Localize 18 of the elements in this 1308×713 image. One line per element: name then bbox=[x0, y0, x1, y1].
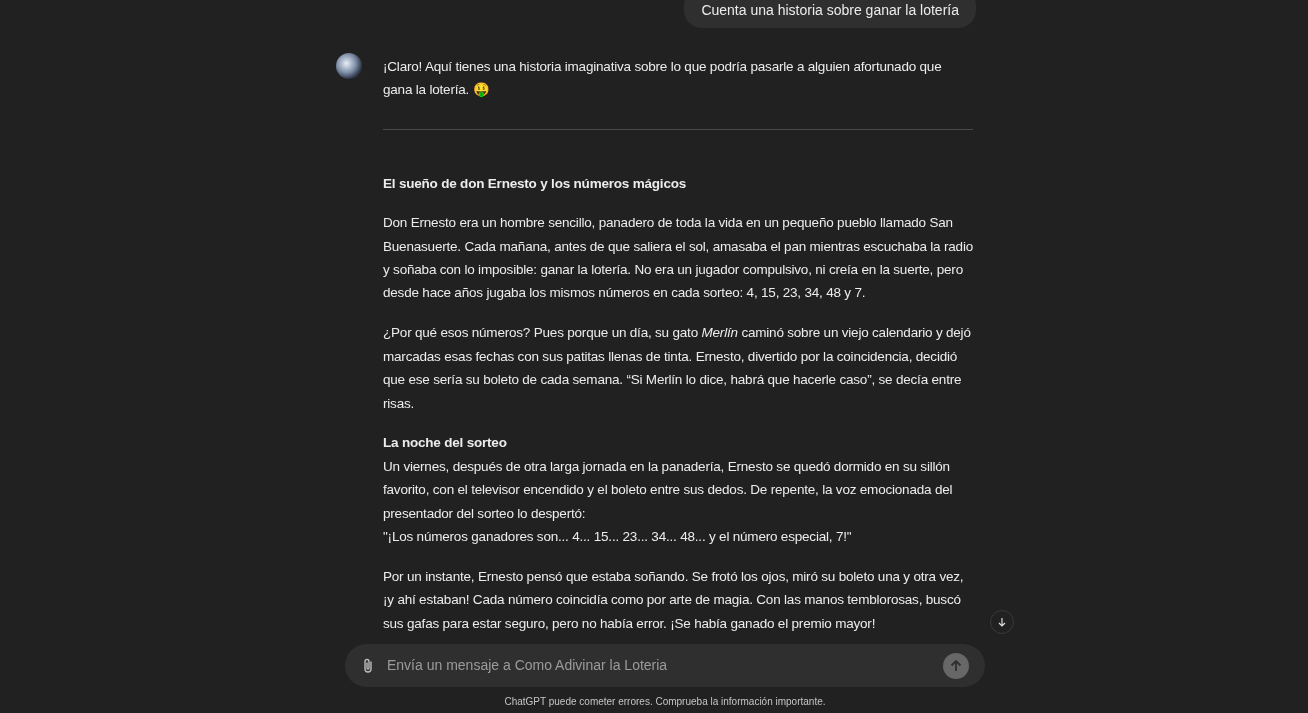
user-message: Cuenta una historia sobre ganar la lotería bbox=[684, 0, 976, 28]
paragraph: Don Ernesto era un hombre sencillo, panadero de toda la vida en un pequeño pueblo llamado San Buenasuerte. Cada mañana, antes de que saliera el sol, amasaba el pan mientras escuchaba la radio y soñaba con lo imposible: ganar la lotería. No era un jugador compulsivo, ni creía en la suerte, pero desde hace años jugaba los mismos números en cada sorteo: 4, 15, 23, 34, 48 y 7. bbox=[383, 214, 973, 303]
paragraph: ¿Por qué esos números? Pues porque un día, su gato Merlín caminó sobre un viejo calendario y dejó marcadas esas fechas con sus patitas llenas de tinta. Ernesto, divertido por la coincidencia, decidió que ese sería su boleto de cada semana. “Si Merlín lo dice, habrá que hacerle caso”, se decía entre risas. bbox=[383, 324, 972, 413]
message-input-field[interactable]: Envía un mensaje a Como Adivinar la Loteria bbox=[345, 644, 985, 687]
section-heading: La noche del sorteo bbox=[383, 434, 508, 453]
avatar-icon bbox=[336, 53, 362, 79]
disclaimer: ChatGPT puede cometer errores. Comprueba la información importante. bbox=[503, 695, 827, 709]
paperclip-icon[interactable] bbox=[361, 657, 375, 674]
paragraph: "¡Los números ganadores son... 4... 15... 23... 34... 48... y el número especial, 7!" bbox=[383, 528, 853, 547]
paragraph: Por un instante, Ernesto pensó que estaba soñando. Se frotó los ojos, miró su boleto una y otra vez, ¡y ahí estaban! Cada número coincidía como por arte de magia. Con las manos temblorosas, buscó sus gafas para estar seguro, pero no había error. ¡Se había ganado el premio mayor! bbox=[383, 568, 965, 633]
reply-intro: ¡Claro! Aquí tienes una historia imaginativa sobre lo que podría pasarle a alguien afortunado que gana la lotería. 🤑 bbox=[383, 58, 943, 100]
scroll-down-button[interactable] bbox=[990, 610, 1014, 634]
arrow-down-icon bbox=[997, 617, 1007, 627]
story-title: El sueño de don Ernesto y los números mágicos bbox=[383, 174, 688, 193]
paragraph: Un viernes, después de otra larga jornada en la panadería, Ernesto se quedó dormido en su sillón favorito, con el televisor encendido y el boleto entre sus dedos. De repente, la voz emocionada del presentador del sorteo lo despertó: bbox=[383, 457, 954, 523]
message-input[interactable]: Envía un mensaje a Como Adivinar la Loteria bbox=[387, 655, 931, 676]
arrow-up-icon bbox=[950, 659, 962, 672]
send-button[interactable] bbox=[943, 652, 969, 679]
